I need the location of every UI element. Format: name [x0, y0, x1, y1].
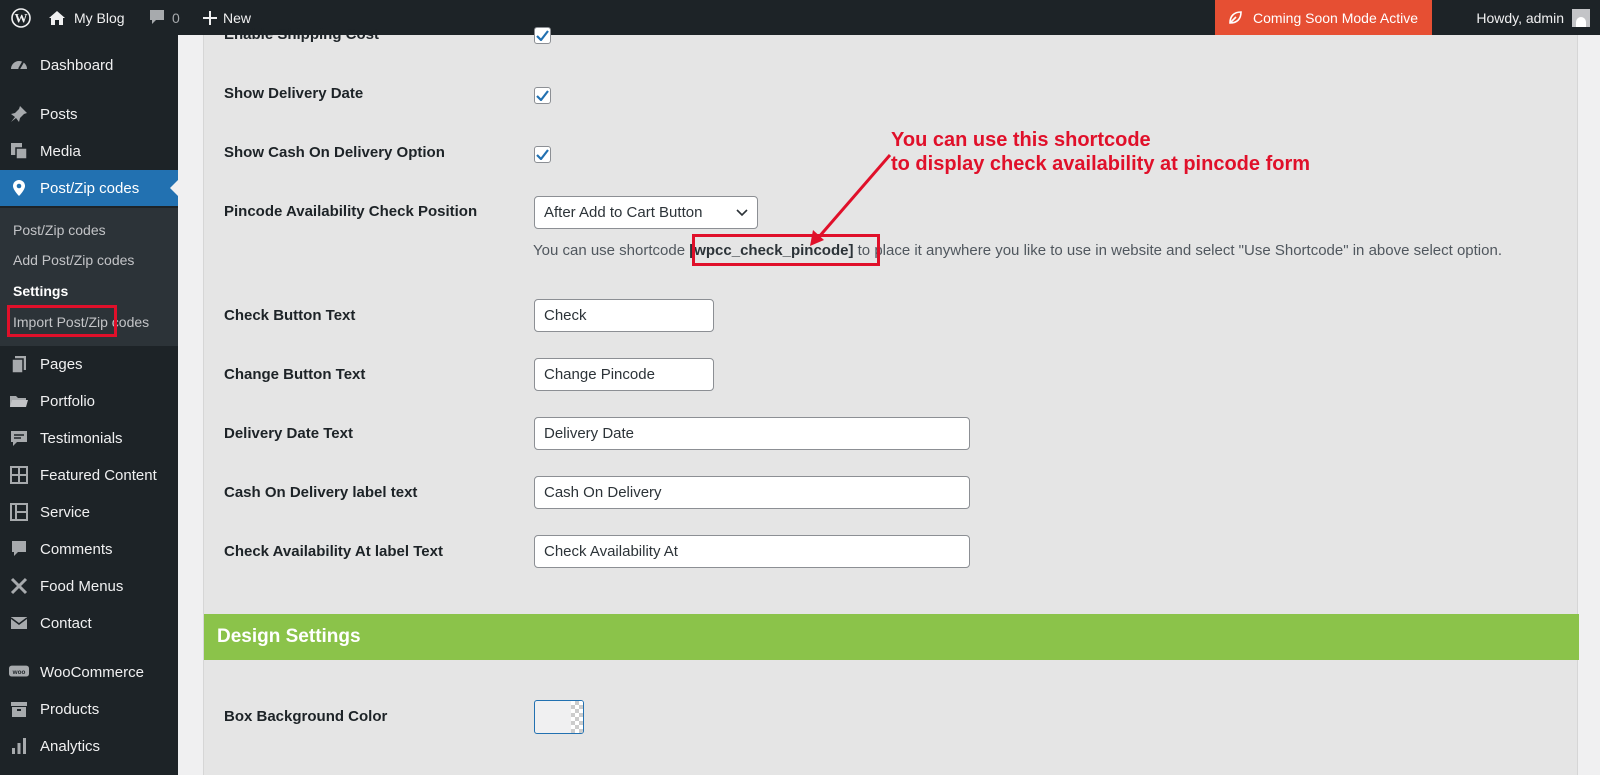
shortcode-highlight-box: [692, 234, 880, 266]
menu-featured-content[interactable]: Featured Content: [0, 457, 178, 493]
menu-contact[interactable]: Contact: [0, 605, 178, 641]
svg-text:woo: woo: [12, 669, 26, 676]
mail-icon: [9, 613, 29, 633]
menu-comments[interactable]: Comments: [0, 531, 178, 567]
coming-soon-label: Coming Soon Mode Active: [1253, 9, 1418, 26]
comment-icon: [150, 10, 164, 24]
label-show-delivery-date: Show Delivery Date: [224, 85, 364, 102]
coming-soon-badge[interactable]: Coming Soon Mode Active: [1215, 0, 1432, 35]
service-icon: [9, 502, 29, 522]
grid-icon: [9, 465, 29, 485]
menu-woocommerce[interactable]: woo WooCommerce: [0, 654, 178, 690]
checkbox-show-delivery-date[interactable]: [534, 87, 551, 104]
media-icon: [9, 141, 29, 161]
label-check-at-text: Check Availability At label Text: [224, 543, 443, 560]
label-box-bg-color: Box Background Color: [224, 708, 388, 725]
box-bg-color-picker[interactable]: [534, 700, 584, 734]
select-check-position[interactable]: After Add to Cart Button: [534, 196, 758, 229]
checkbox-shipping-cost[interactable]: [534, 27, 551, 44]
label-change-button-text: Change Button Text: [224, 366, 366, 383]
menu-analytics[interactable]: Analytics: [0, 728, 178, 764]
label-show-cod: Show Cash On Delivery Option: [224, 144, 445, 161]
pin-icon: [9, 104, 29, 124]
menu-food-menus[interactable]: Food Menus: [0, 568, 178, 604]
label-delivery-date-text: Delivery Date Text: [224, 425, 353, 442]
plus-icon: [203, 10, 217, 25]
input-check-button-text[interactable]: Check: [534, 299, 714, 332]
wordpress-logo-icon[interactable]: W: [6, 0, 36, 35]
pages-icon: [9, 354, 29, 374]
menu-post-zip-codes[interactable]: Post/Zip codes: [0, 170, 178, 206]
menu-posts[interactable]: Posts: [0, 96, 178, 132]
leaf-icon: [1229, 10, 1242, 24]
settings-highlight-box: [7, 305, 117, 337]
comment-icon: [9, 539, 29, 559]
main-content: Enable Shipping Cost Show Delivery Date …: [178, 26, 1600, 775]
new-label: New: [223, 9, 252, 26]
menu-media[interactable]: Media: [0, 133, 178, 169]
site-name-link[interactable]: My Blog: [48, 0, 125, 35]
svg-text:W: W: [15, 10, 28, 25]
tools-icon: [9, 576, 29, 596]
annotation-line-2: to display check availability at pincode…: [891, 153, 1311, 175]
menu-dashboard[interactable]: Dashboard: [0, 47, 178, 83]
shortcode-description: You can use shortcode [wpcc_check_pincod…: [533, 242, 1502, 259]
label-cod-text: Cash On Delivery label text: [224, 484, 418, 501]
avatar: [1572, 8, 1590, 27]
site-name: My Blog: [74, 9, 125, 26]
home-icon: [49, 10, 65, 25]
testimonial-icon: [9, 428, 29, 448]
check-icon: [536, 149, 549, 160]
label-check-position: Pincode Availability Check Position: [224, 203, 478, 220]
design-settings-header: Design Settings: [204, 614, 1579, 660]
label-shipping-cost: Enable Shipping Cost: [224, 26, 380, 43]
annotation-line-1: You can use this shortcode: [891, 129, 1151, 151]
menu-portfolio[interactable]: Portfolio: [0, 383, 178, 419]
submenu-post-zip-codes-list[interactable]: Post/Zip codes: [13, 222, 106, 238]
location-icon: [9, 178, 29, 198]
checkbox-show-cod[interactable]: [534, 146, 551, 163]
dashboard-icon: [9, 55, 29, 75]
admin-sidebar: Dashboard Posts Media Post/Zip codes Pos…: [0, 35, 178, 775]
annotation-callout: You can use this shortcode to display ch…: [891, 128, 1310, 176]
input-check-at-text[interactable]: Check Availability At: [534, 535, 970, 568]
input-cod-text[interactable]: Cash On Delivery: [534, 476, 970, 509]
menu-testimonials[interactable]: Testimonials: [0, 420, 178, 456]
label-check-button-text: Check Button Text: [224, 307, 356, 324]
comments-link[interactable]: 0: [148, 0, 180, 35]
account-menu[interactable]: Howdy, admin: [1466, 0, 1600, 35]
submenu-settings[interactable]: Settings: [13, 283, 68, 299]
bar-chart-icon: [9, 736, 29, 756]
folder-icon: [9, 391, 29, 411]
chevron-down-icon: [736, 208, 748, 216]
menu-pages[interactable]: Pages: [0, 346, 178, 382]
input-delivery-date-text[interactable]: Delivery Date: [534, 417, 970, 450]
comments-count: 0: [172, 9, 180, 26]
menu-products[interactable]: Products: [0, 691, 178, 727]
check-icon: [536, 90, 549, 101]
menu-service[interactable]: Service: [0, 494, 178, 530]
input-change-button-text[interactable]: Change Pincode: [534, 358, 714, 391]
submenu-add-post-zip-codes[interactable]: Add Post/Zip codes: [13, 252, 134, 268]
select-check-position-value: After Add to Cart Button: [544, 204, 703, 221]
woo-icon: woo: [9, 662, 29, 682]
archive-icon: [9, 699, 29, 719]
howdy-label: Howdy, admin: [1476, 9, 1564, 26]
